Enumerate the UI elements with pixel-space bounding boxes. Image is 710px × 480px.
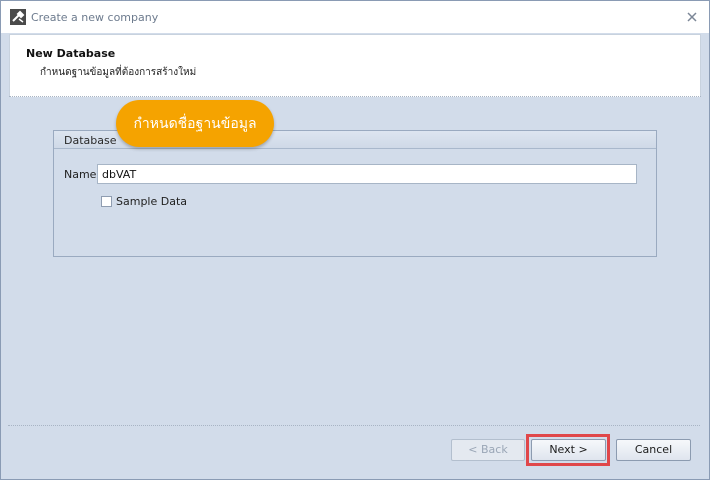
callout-bubble: กำหนดชื่อฐานข้อมูล (116, 100, 274, 147)
footer-divider (8, 425, 700, 426)
sample-data-checkbox[interactable] (101, 196, 112, 207)
page-title: New Database (26, 47, 116, 60)
wrench-icon (10, 9, 26, 25)
cancel-button[interactable]: Cancel (616, 439, 691, 461)
page-subtitle: กำหนดฐานข้อมูลที่ต้องการสร้างใหม่ (40, 67, 197, 78)
name-label: Name (64, 168, 97, 181)
close-icon[interactable] (685, 10, 699, 24)
database-group-label: Database (64, 134, 117, 147)
next-button-highlight (526, 434, 610, 466)
wizard-header: New Database กำหนดฐานข้อมูลที่ต้องการสร้… (9, 34, 701, 97)
back-button[interactable]: < Back (451, 439, 525, 461)
callout-text: กำหนดชื่อฐานข้อมูล (133, 116, 257, 132)
window-title: Create a new company (31, 11, 159, 24)
sample-data-label[interactable]: Sample Data (116, 195, 187, 208)
database-group: Database (53, 130, 657, 257)
title-bar: Create a new company (1, 1, 709, 33)
database-name-input[interactable] (97, 164, 637, 184)
